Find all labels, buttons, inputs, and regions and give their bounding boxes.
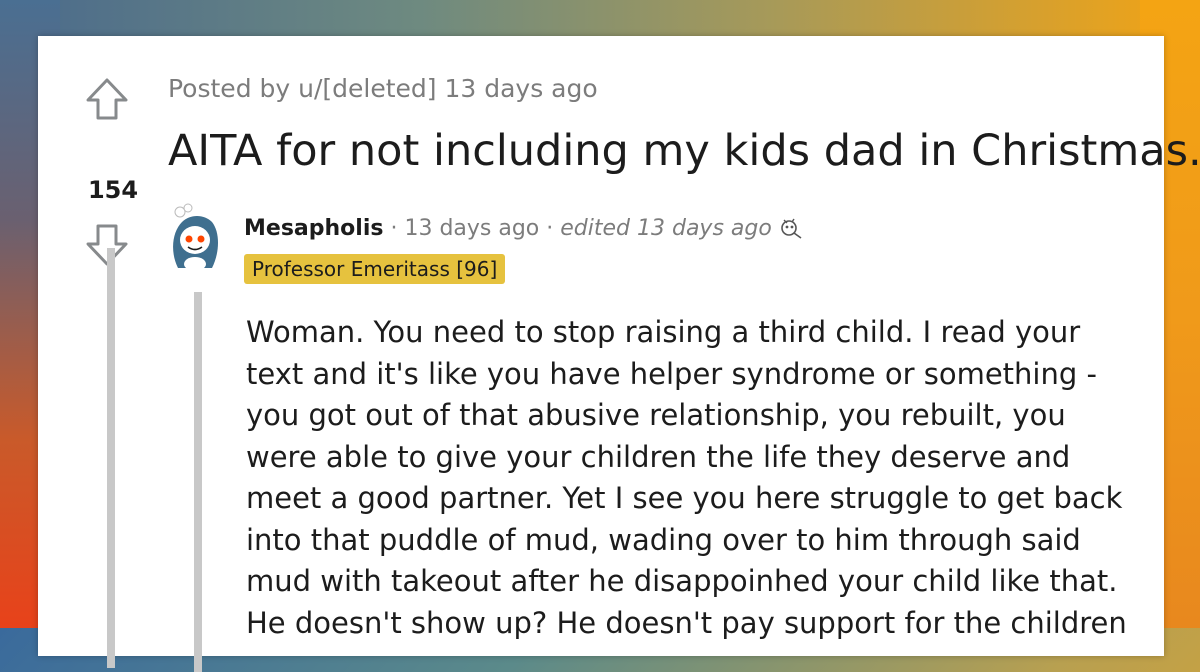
comment-text: Woman. You need to stop raising a third … xyxy=(246,315,1127,640)
separator-dot: · xyxy=(539,216,561,241)
comment-edited: edited 13 days ago xyxy=(560,216,772,241)
post-card: 154 Posted by u/[deleted] 13 days ago AI… xyxy=(38,36,1200,672)
post-title[interactable]: AITA for not including my kids dad in Ch… xyxy=(168,126,1200,176)
user-flair: Professor Emeritass [96] xyxy=(244,254,506,284)
post-meta: Posted by u/[deleted] 13 days ago xyxy=(168,74,598,103)
comment-header: Mesapholis · 13 days ago · edited 13 day… xyxy=(244,216,804,242)
vote-score: 154 xyxy=(87,176,139,204)
separator-dot: · xyxy=(383,216,405,241)
comment-body: Woman. You need to stop raising a third … xyxy=(246,312,1136,644)
award-icon[interactable] xyxy=(778,216,804,242)
upvote-icon[interactable] xyxy=(84,76,130,122)
user-avatar-icon[interactable] xyxy=(166,202,224,272)
background-top xyxy=(0,0,1200,40)
comment-time[interactable]: 13 days ago xyxy=(404,216,539,241)
comment-thread-line[interactable] xyxy=(194,292,202,672)
thread-line[interactable] xyxy=(107,248,115,668)
comment-username[interactable]: Mesapholis xyxy=(244,216,383,241)
